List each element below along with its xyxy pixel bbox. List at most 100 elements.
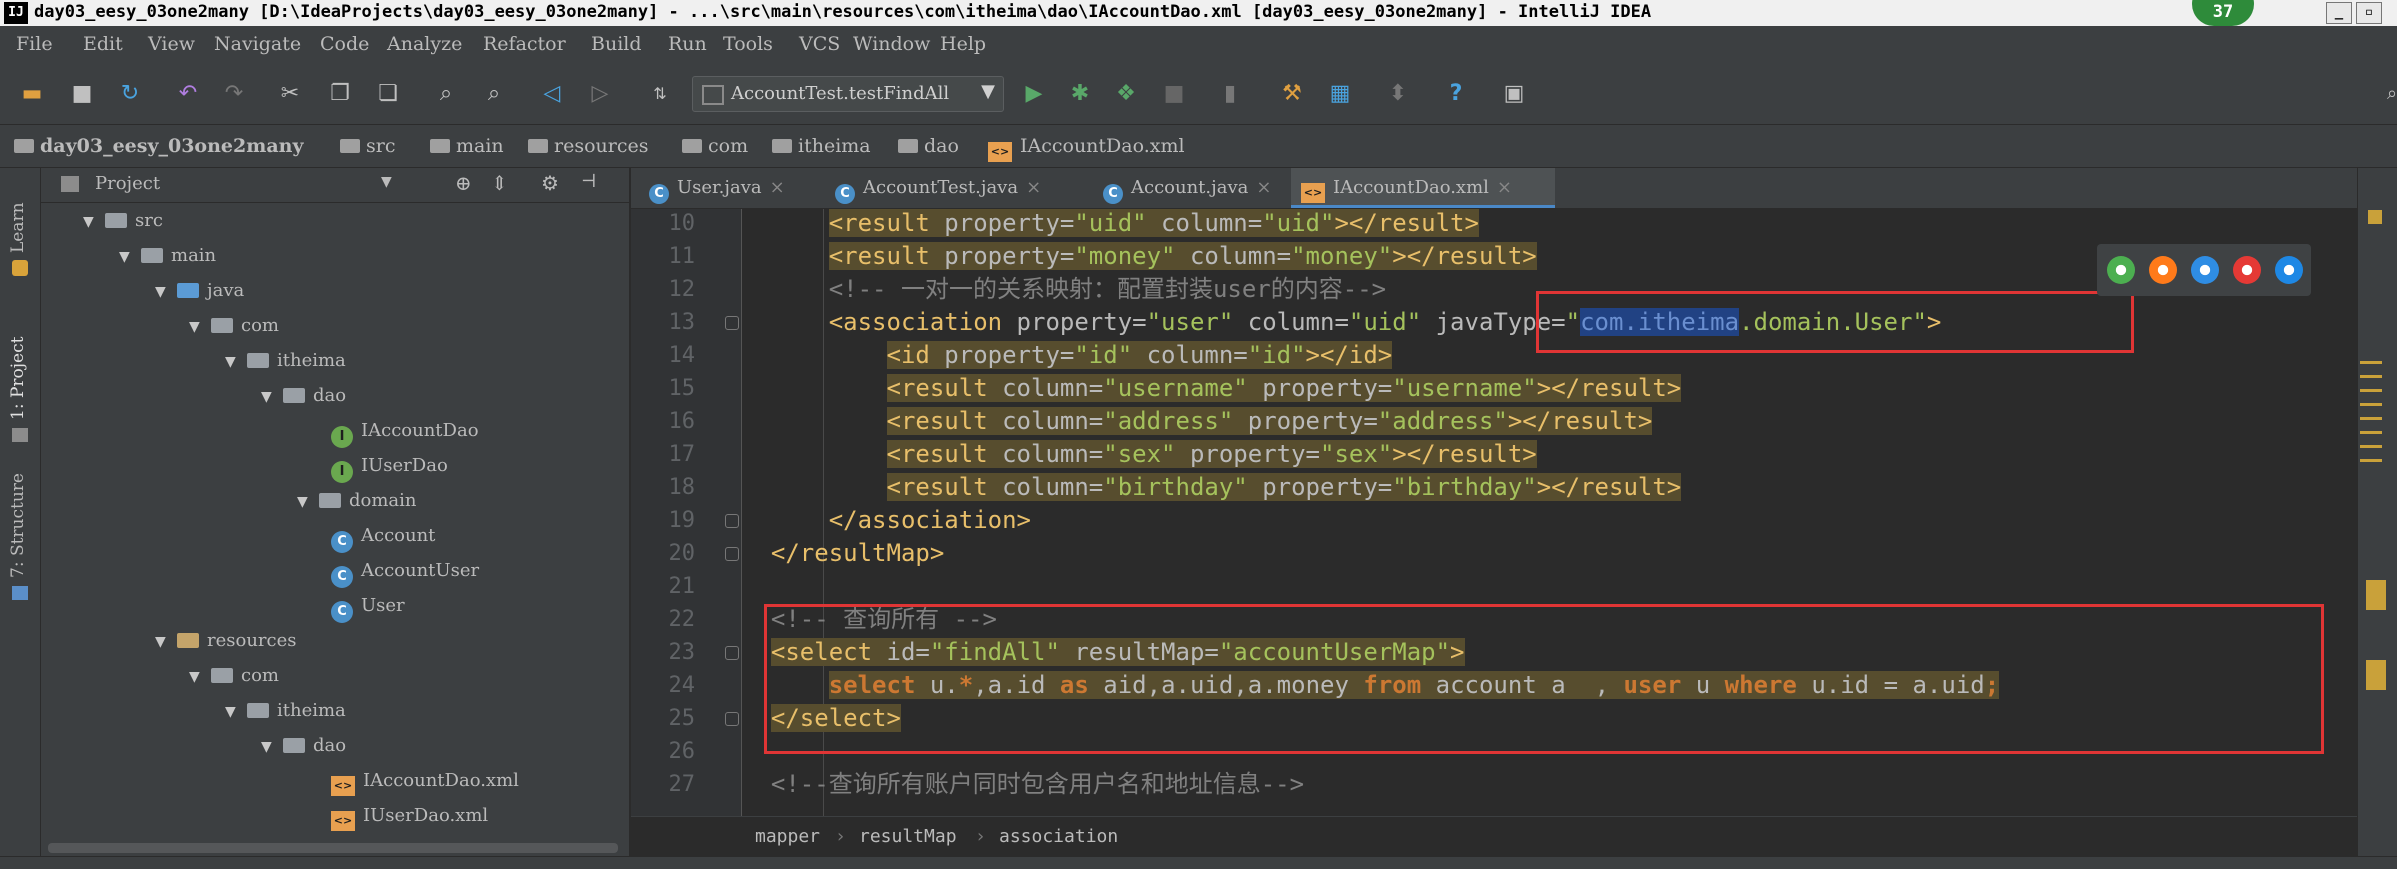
code-line[interactable]: <!-- 一对一的关系映射：配置封装user的内容-->: [742, 273, 1386, 306]
menu-run[interactable]: Run: [668, 33, 707, 55]
menu-refactor[interactable]: Refactor: [483, 33, 566, 55]
highlight-marker[interactable]: [2366, 660, 2386, 690]
close-icon[interactable]: ×: [1026, 177, 1041, 198]
code-line[interactable]: <!--查询所有账户同时包含用户名和地址信息-->: [742, 768, 1304, 801]
project-tool-window[interactable]: 1: Project: [8, 337, 28, 420]
nav-file[interactable]: <> IAccountDao.xml: [988, 135, 1185, 162]
firefox-icon[interactable]: [2149, 256, 2177, 284]
help-icon[interactable]: ?: [1442, 80, 1470, 108]
code-line[interactable]: <id property="id" column="id"></id>: [742, 339, 1393, 372]
fold-marker-icon[interactable]: [725, 316, 739, 330]
inspection-status-icon[interactable]: [2368, 210, 2382, 224]
nav-src[interactable]: src: [340, 135, 395, 157]
code-line[interactable]: <result column="username" property="user…: [742, 372, 1682, 405]
back-icon[interactable]: ◁: [538, 80, 566, 108]
nav-itheima[interactable]: itheima: [772, 135, 871, 157]
open-folder-icon[interactable]: ▬: [18, 80, 46, 108]
run-configuration-select[interactable]: AccountTest.testFindAll ▼: [692, 76, 1004, 112]
tree-item[interactable]: ▼ main: [119, 241, 216, 271]
menu-build[interactable]: Build: [591, 33, 642, 55]
tree-item[interactable]: <> IUserDao.xml: [331, 801, 488, 831]
project-structure-icon[interactable]: ▦: [1326, 80, 1354, 108]
tab-accounttest-java[interactable]: C AccountTest.java ×: [827, 168, 1089, 208]
menu-view[interactable]: View: [148, 33, 195, 55]
tree-item[interactable]: ▼ itheima: [225, 346, 346, 376]
paste-icon[interactable]: ❏: [374, 80, 402, 108]
minimize-button[interactable]: _: [2326, 2, 2352, 24]
menu-code[interactable]: Code: [320, 33, 369, 55]
tree-item[interactable]: ▼ resources: [155, 626, 297, 656]
run-icon[interactable]: ▶: [1020, 80, 1048, 108]
coverage-icon[interactable]: ❖: [1112, 80, 1140, 108]
notification-badge[interactable]: 37: [2192, 0, 2254, 26]
ie-icon[interactable]: [2275, 256, 2303, 284]
replace-icon[interactable]: ⌕: [480, 80, 508, 108]
tree-item[interactable]: I IAccountDao: [331, 416, 479, 448]
tab-user-java[interactable]: C User.java ×: [641, 168, 821, 208]
tree-item[interactable]: C AccountUser: [331, 556, 479, 588]
search-everywhere-icon[interactable]: ⌕: [2378, 80, 2397, 108]
fold-marker-icon[interactable]: [725, 646, 739, 660]
menu-analyze[interactable]: Analyze: [387, 33, 462, 55]
code-line[interactable]: <result property="uid" column="uid"></re…: [742, 207, 1479, 240]
close-icon[interactable]: ×: [1256, 177, 1271, 198]
menu-navigate[interactable]: Navigate: [214, 33, 301, 55]
tree-item[interactable]: C Account: [331, 521, 435, 553]
locate-file-icon[interactable]: ⊕: [455, 171, 472, 195]
menu-file[interactable]: File: [16, 33, 53, 55]
tree-item[interactable]: ▼ domain: [297, 486, 417, 516]
menu-window[interactable]: Window: [853, 33, 930, 55]
vcs-icon[interactable]: ▣: [1500, 80, 1528, 108]
breadcrumb-association[interactable]: association: [999, 826, 1118, 847]
gear-icon[interactable]: ⚙: [541, 171, 559, 195]
tree-item[interactable]: C User: [331, 591, 405, 623]
cut-icon[interactable]: ✂: [276, 80, 304, 108]
tree-item[interactable]: <> IAccountDao.xml: [331, 766, 519, 796]
chevron-down-icon[interactable]: ▼: [381, 174, 392, 190]
nav-main[interactable]: main: [430, 135, 504, 157]
redo-icon[interactable]: ↷: [220, 80, 248, 108]
nav-project[interactable]: day03_eesy_03one2many: [14, 135, 304, 157]
collapse-all-icon[interactable]: ⇕: [491, 171, 508, 195]
maximize-button[interactable]: ▫: [2356, 2, 2382, 24]
close-icon[interactable]: ×: [770, 177, 785, 198]
scroll-thumb[interactable]: [2366, 580, 2386, 610]
close-icon[interactable]: ×: [1497, 177, 1512, 198]
editor-error-stripe[interactable]: [2357, 168, 2397, 868]
tree-item[interactable]: ▼ src: [83, 206, 163, 236]
settings-icon[interactable]: ⚒: [1278, 80, 1306, 108]
code-line[interactable]: <result column="sex" property="sex"></re…: [742, 438, 1537, 471]
copy-icon[interactable]: ❐: [326, 80, 354, 108]
code-line[interactable]: </resultMap>: [742, 537, 944, 570]
nav-resources[interactable]: resources: [528, 135, 648, 157]
sdk-icon[interactable]: ⬍: [1384, 80, 1412, 108]
save-icon[interactable]: ■: [68, 80, 96, 108]
find-icon[interactable]: ⌕: [432, 80, 460, 108]
debug-icon[interactable]: ✱: [1066, 80, 1094, 108]
tree-item[interactable]: ▼ java: [155, 276, 244, 306]
chrome-icon[interactable]: [2107, 256, 2135, 284]
build-project-icon[interactable]: ⇅: [646, 80, 674, 108]
code-line[interactable]: <result column="birthday" property="birt…: [742, 471, 1682, 504]
project-panel-title[interactable]: Project: [95, 173, 160, 194]
tab-account-java[interactable]: C Account.java ×: [1095, 168, 1315, 208]
safari-icon[interactable]: [2191, 256, 2219, 284]
tab-iaccountdao-xml[interactable]: <> IAccountDao.xml ×: [1291, 168, 1555, 208]
nav-dao[interactable]: dao: [898, 135, 959, 157]
stop-icon[interactable]: ■: [1160, 80, 1188, 108]
sync-icon[interactable]: ↻: [116, 80, 144, 108]
tree-item[interactable]: ▼ dao: [261, 381, 346, 411]
code-line[interactable]: </association>: [742, 504, 1031, 537]
undo-icon[interactable]: ↶: [174, 80, 202, 108]
hide-panel-icon[interactable]: ⊣: [581, 171, 596, 192]
structure-tool-window[interactable]: 7: Structure: [8, 473, 28, 578]
tree-item[interactable]: ▼ itheima: [225, 696, 346, 726]
tree-item[interactable]: ▼ com: [189, 311, 279, 341]
breadcrumb-resultmap[interactable]: resultMap: [859, 826, 957, 847]
code-line[interactable]: <result property="money" column="money">…: [742, 240, 1537, 273]
tree-horizontal-scrollbar[interactable]: [48, 843, 618, 853]
menu-help[interactable]: Help: [940, 33, 986, 55]
opera-icon[interactable]: [2233, 256, 2261, 284]
tree-item[interactable]: I IUserDao: [331, 451, 448, 483]
fold-marker-icon[interactable]: [725, 547, 739, 561]
